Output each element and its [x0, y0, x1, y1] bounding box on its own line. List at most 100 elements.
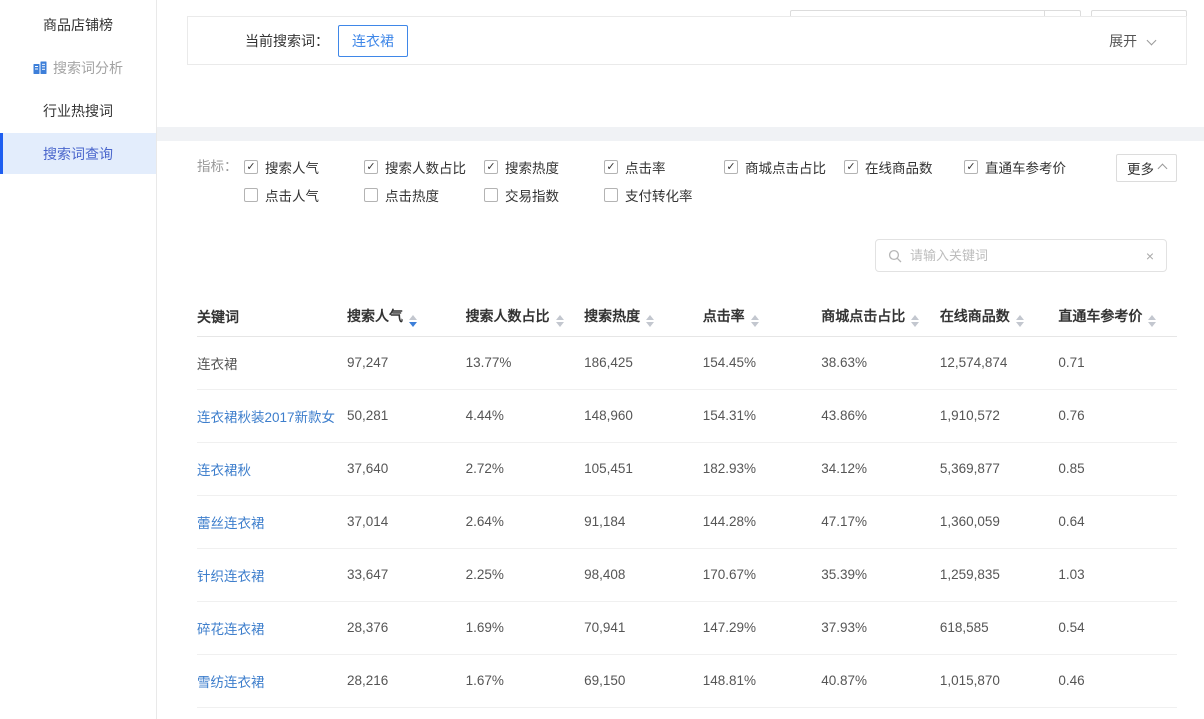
sort-icon[interactable] — [556, 315, 564, 327]
checkbox-checked-icon[interactable] — [724, 160, 738, 174]
indicator-label: 交易指数 — [505, 185, 559, 205]
table-row: 连衣裙秋37,6402.72%105,451182.93%34.12%5,369… — [197, 442, 1177, 495]
sidebar-item-label: 搜索词分析 — [53, 58, 123, 78]
chevron-down-icon — [1147, 35, 1157, 45]
column-header-6[interactable]: 商城点击占比 — [821, 298, 940, 336]
table-row: 连衣裙秋装2017新款女50,2814.44%148,960154.31%43.… — [197, 389, 1177, 442]
indicator-checkbox-item[interactable]: 点击率 — [604, 157, 724, 177]
more-button[interactable]: 更多 — [1116, 154, 1177, 182]
value-cell: 37,014 — [347, 495, 466, 548]
indicator-checkbox-item[interactable]: 交易指数 — [484, 185, 604, 205]
checkbox-unchecked-icon[interactable] — [364, 188, 378, 202]
analysis-icon — [33, 61, 47, 74]
sidebar-item-3[interactable]: 行业热搜词 — [0, 90, 156, 131]
column-header-5[interactable]: 点击率 — [703, 298, 822, 336]
page-header: 搜索词查询 累计值 最近1天（2017-10-09~2017-10-09） 15… — [157, 0, 1204, 127]
keyword-search-box[interactable]: × — [875, 239, 1167, 272]
keyword-link[interactable]: 连衣裙秋 — [197, 463, 251, 478]
value-cell: 105,451 — [584, 442, 703, 495]
indicator-checkbox-item[interactable]: 搜索人数占比 — [364, 157, 484, 177]
column-header-3[interactable]: 搜索人数占比 — [466, 298, 585, 336]
keyword-cell: 连衣裙 — [197, 336, 347, 389]
indicator-checkbox-item[interactable]: 点击热度 — [364, 185, 484, 205]
column-header-8[interactable]: 直通车参考价 — [1058, 298, 1177, 336]
chevron-up-icon — [1158, 163, 1168, 173]
main-area: 搜索词查询 累计值 最近1天（2017-10-09~2017-10-09） 15… — [157, 0, 1204, 719]
indicators-label: 指标： — [197, 153, 244, 209]
sidebar-item-2[interactable]: 搜索词分析 — [0, 47, 156, 88]
indicator-row-1: 搜索人气 搜索人数占比 搜索热度 点击率 商城点击占比在线商品数直通车参考价 — [244, 153, 1084, 181]
column-header-2[interactable]: 搜索人气 — [347, 298, 466, 336]
table-row: 雪纺连衣裙28,2161.67%69,150148.81%40.87%1,015… — [197, 654, 1177, 707]
sort-icon[interactable] — [911, 315, 919, 327]
value-cell: 144.28% — [703, 495, 822, 548]
checkbox-checked-icon[interactable] — [244, 160, 258, 174]
sort-icon[interactable] — [646, 315, 654, 327]
value-cell: 186,425 — [584, 336, 703, 389]
value-cell: 13.77% — [466, 336, 585, 389]
indicator-checkbox-item[interactable]: 商城点击占比 — [724, 157, 844, 177]
sort-icon[interactable] — [751, 315, 759, 327]
column-label: 搜索热度 — [584, 308, 640, 324]
sidebar-item-4[interactable]: 搜索词查询 — [0, 133, 156, 174]
sidebar-nav: 商品店铺榜搜索词分析行业热搜词搜索词查询 — [0, 4, 156, 174]
column-header-4[interactable]: 搜索热度 — [584, 298, 703, 336]
indicator-label: 搜索人气 — [265, 157, 319, 177]
value-cell: 1.67% — [466, 654, 585, 707]
indicator-checkbox-item[interactable]: 搜索热度 — [484, 157, 604, 177]
value-cell: 1,360,059 — [940, 495, 1059, 548]
column-label: 点击率 — [703, 308, 745, 324]
keyword-link[interactable]: 针织连衣裙 — [197, 569, 265, 584]
indicator-label: 点击率 — [625, 157, 666, 177]
sort-icon[interactable] — [1148, 315, 1156, 327]
keyword-link[interactable]: 连衣裙秋装2017新款女 — [197, 410, 335, 425]
value-cell: 0.71 — [1058, 336, 1177, 389]
sort-icon[interactable] — [1016, 315, 1024, 327]
checkbox-checked-icon[interactable] — [364, 160, 378, 174]
indicator-checkbox-item[interactable]: 在线商品数 — [844, 157, 964, 177]
indicator-label: 点击热度 — [385, 185, 439, 205]
keyword-cell: 针织连衣裙 — [197, 548, 347, 601]
table-row: 针织连衣裙33,6472.25%98,408170.67%35.39%1,259… — [197, 548, 1177, 601]
indicator-checkbox-item[interactable]: 搜索人气 — [244, 157, 364, 177]
clear-icon[interactable]: × — [1146, 249, 1154, 263]
value-cell: 1.03 — [1058, 548, 1177, 601]
checkbox-checked-icon[interactable] — [964, 160, 978, 174]
expand-toggle[interactable]: 展开 — [1109, 31, 1155, 51]
value-cell: 0.85 — [1058, 442, 1177, 495]
checkbox-checked-icon[interactable] — [604, 160, 618, 174]
keyword-link[interactable]: 碎花连衣裙 — [197, 622, 265, 637]
sort-icon[interactable] — [409, 315, 417, 327]
value-cell: 618,585 — [940, 601, 1059, 654]
value-cell: 1,015,870 — [940, 654, 1059, 707]
checkbox-unchecked-icon[interactable] — [484, 188, 498, 202]
indicator-label: 点击人气 — [265, 185, 319, 205]
value-cell: 1.69% — [466, 601, 585, 654]
indicator-checkbox-item[interactable]: 支付转化率 — [604, 185, 724, 205]
keyword-link[interactable]: 蕾丝连衣裙 — [197, 516, 265, 531]
indicator-checkbox-item[interactable]: 点击人气 — [244, 185, 364, 205]
keyword-search-input[interactable] — [910, 248, 1138, 263]
value-cell: 70,941 — [584, 601, 703, 654]
value-cell: 37,640 — [347, 442, 466, 495]
checkbox-unchecked-icon[interactable] — [604, 188, 618, 202]
keyword-link[interactable]: 雪纺连衣裙 — [197, 675, 265, 690]
keyword-cell: 连衣裙秋 — [197, 442, 347, 495]
value-cell: 38.63% — [821, 336, 940, 389]
current-search-term-panel: 当前搜索词： 连衣裙 展开 — [187, 16, 1187, 65]
value-cell: 1,910,572 — [940, 389, 1059, 442]
results-table-wrap: 关键词搜索人气搜索人数占比搜索热度点击率商城点击占比在线商品数直通车参考价 连衣… — [197, 298, 1177, 708]
checkbox-unchecked-icon[interactable] — [244, 188, 258, 202]
indicator-label: 搜索热度 — [505, 157, 559, 177]
checkbox-checked-icon[interactable] — [484, 160, 498, 174]
table-row: 蕾丝连衣裙37,0142.64%91,184144.28%47.17%1,360… — [197, 495, 1177, 548]
value-cell: 28,216 — [347, 654, 466, 707]
indicator-checkbox-item[interactable]: 直通车参考价 — [964, 157, 1084, 177]
current-term-tag[interactable]: 连衣裙 — [338, 25, 408, 57]
value-cell: 69,150 — [584, 654, 703, 707]
column-label: 搜索人气 — [347, 308, 403, 324]
value-cell: 43.86% — [821, 389, 940, 442]
checkbox-checked-icon[interactable] — [844, 160, 858, 174]
column-header-7[interactable]: 在线商品数 — [940, 298, 1059, 336]
sidebar-item-1[interactable]: 商品店铺榜 — [0, 4, 156, 45]
